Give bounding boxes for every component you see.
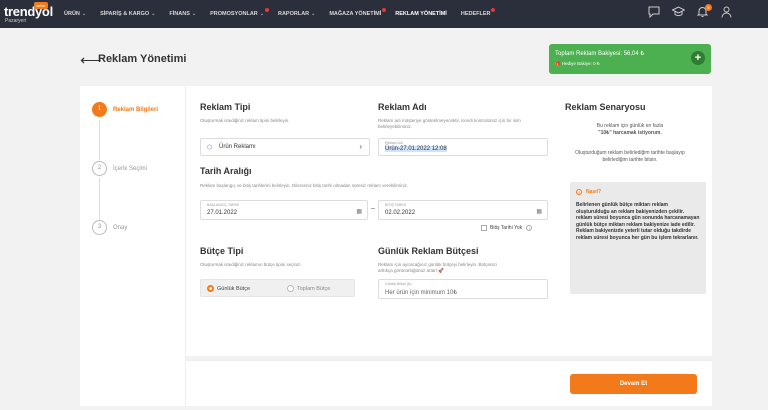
steps-sidebar: 1 Reklam Bilgileri 2 İçerik Seçimi 3 Ona… — [80, 86, 186, 406]
nav-item-reklam-yonetimi[interactable]: REKLAM YÖNETİMİ — [395, 11, 447, 17]
nav-item-promosyonlar[interactable]: PROMOSYONLAR ⌄ — [210, 8, 269, 17]
chevron-right-icon: › — [359, 142, 362, 151]
date-range-title: Tarih Aralığı — [200, 166, 252, 176]
start-date-input[interactable]: BAŞLANGIÇ TARİHİ 27.01.2022 ▦ — [200, 200, 368, 220]
budget-type-title: Bütçe Tipi — [200, 246, 244, 256]
ad-name-title: Reklam Adı — [378, 102, 427, 112]
box-icon: ⬡ — [207, 145, 213, 151]
how-body: Belirlenen günlük bütçe miktarı reklam o… — [576, 202, 700, 241]
budget-type-selector: Günlük Bütçe Toplam Bütçe — [200, 279, 355, 297]
daily-budget-title: Günlük Reklam Bütçesi — [378, 246, 479, 256]
graduation-cap-icon[interactable] — [666, 6, 690, 22]
step-connector — [99, 120, 100, 160]
nav-item-magaza-yonetimi[interactable]: MAĞAZA YÖNETİMİ — [329, 8, 387, 17]
end-date-input[interactable]: BİTİŞ TARİHİ 02.02.2022 ▦ — [378, 200, 548, 220]
chevron-down-icon: ⌄ — [81, 11, 87, 17]
info-icon: ! — [576, 189, 582, 195]
scenario-budget-text: Bu reklam için günlük en fazla "10₺" har… — [596, 123, 664, 136]
step-reklam-bilgileri[interactable]: 1 Reklam Bilgileri — [92, 102, 158, 117]
calendar-icon[interactable]: ▦ — [536, 208, 542, 215]
notification-dot — [382, 8, 387, 12]
date-range-desc: Reklam başlangıç ve bitiş tarihlerini be… — [200, 183, 409, 188]
calendar-icon[interactable]: ▦ — [356, 208, 362, 215]
notification-dot — [264, 8, 269, 12]
nav-item-siparis-kargo[interactable]: SİPARİŞ & KARGO ⌄ — [100, 11, 155, 17]
ad-balance-card: Toplam Reklam Bakiyesi: 56,04 ₺ 🎁 Hediye… — [549, 44, 711, 74]
info-icon[interactable]: i — [526, 225, 533, 231]
ad-type-title: Reklam Tipi — [200, 102, 251, 112]
page-title: Reklam Yönetimi — [98, 53, 187, 65]
continue-button[interactable]: Devam Et — [570, 374, 697, 394]
chevron-down-icon: ⌄ — [191, 11, 197, 17]
checkbox-box[interactable] — [481, 225, 487, 231]
ad-name-desc: Reklam adı müşteriye gösterilmeyecektir.… — [378, 118, 521, 129]
top-navbar: trendyol seller Pazaryeri ÜRÜN ⌄ SİPARİŞ … — [0, 0, 768, 28]
nav-item-urun[interactable]: ÜRÜN ⌄ — [64, 11, 86, 17]
total-budget-radio[interactable]: Toplam Bütçe — [287, 285, 330, 292]
nav-item-raporlar[interactable]: RAPORLAR ⌄ — [278, 11, 315, 17]
ad-name-input[interactable]: Reklam Adı Ürün-27.01.2022 12:08 — [378, 138, 548, 156]
chevron-down-icon: ⌄ — [311, 11, 316, 17]
scenario-title: Reklam Senaryosu — [565, 102, 646, 112]
nav-item-finans[interactable]: FİNANS ⌄ — [169, 11, 196, 17]
nav-item-hedefler[interactable]: HEDEFLER — [461, 8, 496, 17]
chevron-down-icon: ⌄ — [151, 11, 156, 17]
daily-budget-radio[interactable]: Günlük Bütçe — [207, 285, 250, 292]
budget-type-desc: Oluşturmak istediğiniz reklamın bütçe ti… — [200, 262, 302, 267]
ad-type-select[interactable]: ⬡ Ürün Reklamı › — [200, 138, 370, 156]
gift-balance: 🎁 Hediye Bakiye: 0 ₺ — [555, 61, 600, 66]
ad-type-desc: Oluşturmak istediğiniz reklam tipini bel… — [200, 118, 290, 123]
no-end-date-checkbox[interactable]: Bitiş Tarihi Yok i — [481, 225, 533, 231]
logo-subtitle: Pazaryeri — [5, 18, 27, 24]
how-info-box: ! Nasıl? Belirlenen günlük bütçe miktarı… — [570, 182, 706, 294]
total-ad-balance: Toplam Reklam Bakiyesi: 56,04 ₺ — [555, 51, 645, 57]
chevron-down-icon: ⌄ — [259, 11, 264, 17]
bell-icon[interactable]: 5 — [690, 4, 714, 22]
seller-badge: seller — [34, 2, 48, 9]
notification-dot — [491, 8, 496, 12]
ad-form: Reklam Tipi Oluşturmak istediğiniz rekla… — [186, 86, 712, 356]
form-footer: Devam Et — [186, 360, 712, 406]
date-separator: – — [371, 205, 375, 212]
top-icons: 5 — [642, 4, 738, 22]
how-heading: ! Nasıl? — [576, 189, 601, 195]
step-icerik-secimi[interactable]: 2 İçerik Seçimi — [92, 161, 147, 176]
daily-budget-desc: Reklam için ayıracağınız günlük bütçeyi … — [378, 262, 497, 273]
add-balance-button[interactable]: + — [691, 51, 705, 65]
main-nav: ÜRÜN ⌄ SİPARİŞ & KARGO ⌄ FİNANS ⌄ PROMOSYON… — [64, 0, 504, 28]
step-connector — [99, 178, 100, 220]
chat-icon[interactable] — [642, 6, 666, 22]
step-onay[interactable]: 3 Onay — [92, 220, 127, 235]
scenario-date-text: Oluşturduğum reklam belirlediğim tarihte… — [575, 150, 685, 163]
daily-budget-input[interactable]: Günlük Bütçe (₺) Her ürün için minimum 1… — [378, 279, 548, 299]
notification-count-badge: 5 — [705, 4, 712, 11]
user-icon[interactable] — [714, 6, 738, 22]
